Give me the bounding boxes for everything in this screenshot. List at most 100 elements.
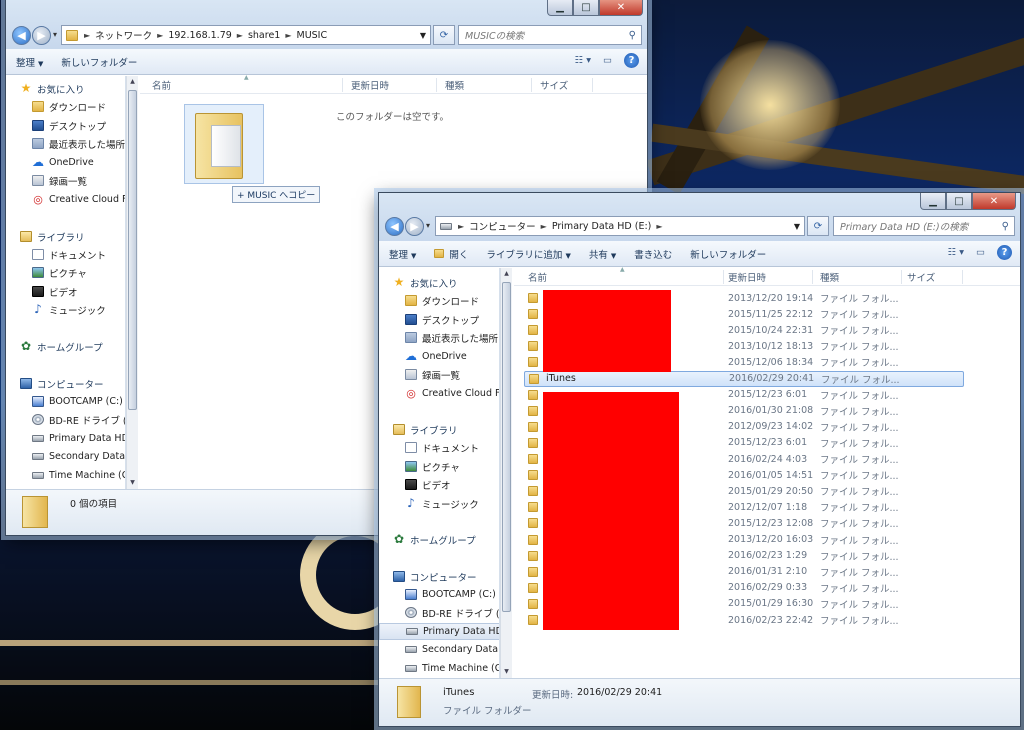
- nav-creative-cloud[interactable]: ◎Creative Cloud Files: [6, 191, 125, 208]
- recent-pages-dropdown[interactable]: ▾: [426, 221, 430, 230]
- view-options-button[interactable]: ☷ ▾: [575, 55, 591, 66]
- nav-downloads[interactable]: ダウンロード: [6, 98, 106, 115]
- nav-music[interactable]: ♪ ミュージック: [6, 301, 106, 318]
- share-button[interactable]: 共有 ▼: [589, 247, 616, 261]
- search-input[interactable]: Primary Data HD (E:)の検索 ⚲: [833, 216, 1015, 236]
- address-bar[interactable]: ► ネットワーク ► 192.168.1.79 ► share1 ► MUSIC…: [61, 25, 431, 45]
- explorer-window-primary-data: ▁ □ ✕ ◀ ▶ ▾ ► コンピューター ► Primary Data HD …: [378, 192, 1021, 727]
- maximize-button[interactable]: □: [573, 0, 599, 16]
- nav-onedrive[interactable]: ☁ OneDrive: [379, 348, 467, 365]
- nav-scrollbar[interactable]: ▲ ▼: [126, 76, 138, 489]
- preview-pane-button[interactable]: ▭: [603, 55, 612, 66]
- new-folder-button[interactable]: 新しいフォルダー: [61, 55, 137, 69]
- nav-desktop[interactable]: デスクトップ: [6, 117, 106, 134]
- file-row[interactable]: iTunes 2016/02/29 20:41 ファイル フォル...: [524, 370, 964, 387]
- nav-documents[interactable]: ドキュメント: [6, 246, 106, 263]
- column-size[interactable]: サイズ: [907, 270, 935, 284]
- breadcrumb-drive[interactable]: Primary Data HD (E:): [552, 221, 652, 232]
- nav-recent-places[interactable]: 最近表示した場所: [379, 329, 498, 346]
- nav-drive-d[interactable]: BD-RE ドライブ (D:): [6, 411, 125, 428]
- address-dropdown-icon[interactable]: ▼: [794, 222, 800, 231]
- help-button[interactable]: ?: [997, 245, 1012, 260]
- minimize-button[interactable]: ▁: [547, 0, 573, 16]
- breadcrumb-computer[interactable]: コンピューター: [469, 219, 536, 233]
- burn-button[interactable]: 書き込む: [634, 247, 672, 261]
- nav-videos[interactable]: ビデオ: [379, 476, 451, 493]
- nav-pictures[interactable]: ピクチャ: [6, 264, 87, 281]
- nav-drive-c[interactable]: BOOTCAMP (C:): [379, 586, 496, 603]
- open-button[interactable]: 開く: [434, 247, 468, 261]
- nav-documents[interactable]: ドキュメント: [379, 439, 479, 456]
- minimize-button[interactable]: ▁: [920, 193, 946, 210]
- nav-libraries[interactable]: ライブラリ: [6, 228, 85, 245]
- nav-drive-f[interactable]: Secondary Data HD: [379, 641, 499, 658]
- nav-libraries[interactable]: ライブラリ: [379, 421, 458, 438]
- scroll-down-icon[interactable]: ▼: [127, 477, 138, 489]
- nav-drive-f[interactable]: Secondary Data HD: [6, 448, 125, 465]
- breadcrumb-host[interactable]: 192.168.1.79: [168, 30, 231, 41]
- search-input[interactable]: MUSICの検索 ⚲: [458, 25, 642, 45]
- refresh-button[interactable]: ⟳: [807, 216, 829, 236]
- address-dropdown-icon[interactable]: ▼: [420, 31, 426, 40]
- nav-creative-cloud[interactable]: ◎Creative Cloud Files: [379, 385, 499, 402]
- scroll-up-icon[interactable]: ▲: [127, 76, 138, 88]
- nav-drive-d[interactable]: BD-RE ドライブ (D:): [379, 604, 499, 621]
- organize-button[interactable]: 整理 ▼: [16, 55, 43, 69]
- view-options-button[interactable]: ☷ ▾: [948, 247, 964, 258]
- refresh-button[interactable]: ⟳: [433, 25, 455, 45]
- scroll-thumb[interactable]: [128, 90, 137, 410]
- detail-name: iTunes: [443, 687, 475, 698]
- breadcrumb-music[interactable]: MUSIC: [297, 30, 328, 41]
- scroll-up-icon[interactable]: ▲: [501, 268, 512, 280]
- scroll-thumb[interactable]: [502, 282, 511, 612]
- address-bar[interactable]: ► コンピューター ► Primary Data HD (E:) ► ▼: [435, 216, 805, 236]
- close-button[interactable]: ✕: [972, 193, 1016, 210]
- nav-homegroup[interactable]: ✿ ホームグループ: [379, 531, 476, 548]
- nav-recordings[interactable]: 録画一覧: [379, 366, 460, 383]
- close-button[interactable]: ✕: [599, 0, 643, 16]
- nav-favorites[interactable]: ★ お気に入り: [379, 274, 458, 291]
- column-modified[interactable]: 更新日時: [351, 78, 389, 92]
- forward-button[interactable]: ▶: [32, 26, 51, 45]
- add-to-library-button[interactable]: ライブラリに追加 ▼: [486, 247, 570, 261]
- help-button[interactable]: ?: [624, 53, 639, 68]
- nav-recordings[interactable]: 録画一覧: [6, 172, 87, 189]
- recent-pages-dropdown[interactable]: ▾: [53, 30, 57, 39]
- nav-drive-g[interactable]: Time Machine (G:): [6, 467, 125, 484]
- maximize-button[interactable]: □: [946, 193, 972, 210]
- nav-scrollbar[interactable]: ▲ ▼: [500, 268, 512, 678]
- nav-homegroup[interactable]: ✿ ホームグループ: [6, 338, 103, 355]
- file-name: iTunes: [546, 373, 576, 384]
- dropdown-icon: ▼: [411, 251, 417, 260]
- new-folder-button[interactable]: 新しいフォルダー: [690, 247, 766, 261]
- column-name[interactable]: 名前: [528, 270, 547, 284]
- column-type[interactable]: 種類: [445, 78, 464, 92]
- forward-button[interactable]: ▶: [405, 217, 424, 236]
- nav-drive-e[interactable]: Primary Data HD (E:): [6, 430, 125, 447]
- nav-pictures[interactable]: ピクチャ: [379, 458, 460, 475]
- nav-desktop[interactable]: デスクトップ: [379, 311, 479, 328]
- nav-videos[interactable]: ビデオ: [6, 283, 78, 300]
- nav-computer[interactable]: コンピューター: [379, 568, 477, 585]
- breadcrumb-network[interactable]: ネットワーク: [95, 28, 152, 42]
- organize-button[interactable]: 整理 ▼: [389, 247, 416, 261]
- nav-recent-places[interactable]: 最近表示した場所: [6, 135, 125, 152]
- nav-drive-c[interactable]: BOOTCAMP (C:): [6, 393, 123, 410]
- column-type[interactable]: 種類: [820, 270, 839, 284]
- nav-drive-g[interactable]: Time Machine (G:): [379, 660, 499, 677]
- scroll-down-icon[interactable]: ▼: [501, 666, 512, 678]
- file-type: ファイル フォル...: [820, 406, 899, 418]
- preview-pane-button[interactable]: ▭: [976, 247, 985, 258]
- back-button[interactable]: ◀: [12, 26, 31, 45]
- breadcrumb-share[interactable]: share1: [248, 30, 280, 41]
- nav-music[interactable]: ♪ ミュージック: [379, 495, 479, 512]
- nav-onedrive[interactable]: ☁ OneDrive: [6, 154, 94, 171]
- nav-favorites[interactable]: ★ お気に入り: [6, 80, 85, 97]
- nav-computer[interactable]: コンピューター: [6, 375, 104, 392]
- column-modified[interactable]: 更新日時: [728, 270, 766, 284]
- column-name[interactable]: 名前: [152, 78, 171, 92]
- nav-drive-e[interactable]: Primary Data HD (E:): [379, 623, 499, 640]
- back-button[interactable]: ◀: [385, 217, 404, 236]
- column-size[interactable]: サイズ: [540, 78, 568, 92]
- nav-downloads[interactable]: ダウンロード: [379, 292, 479, 309]
